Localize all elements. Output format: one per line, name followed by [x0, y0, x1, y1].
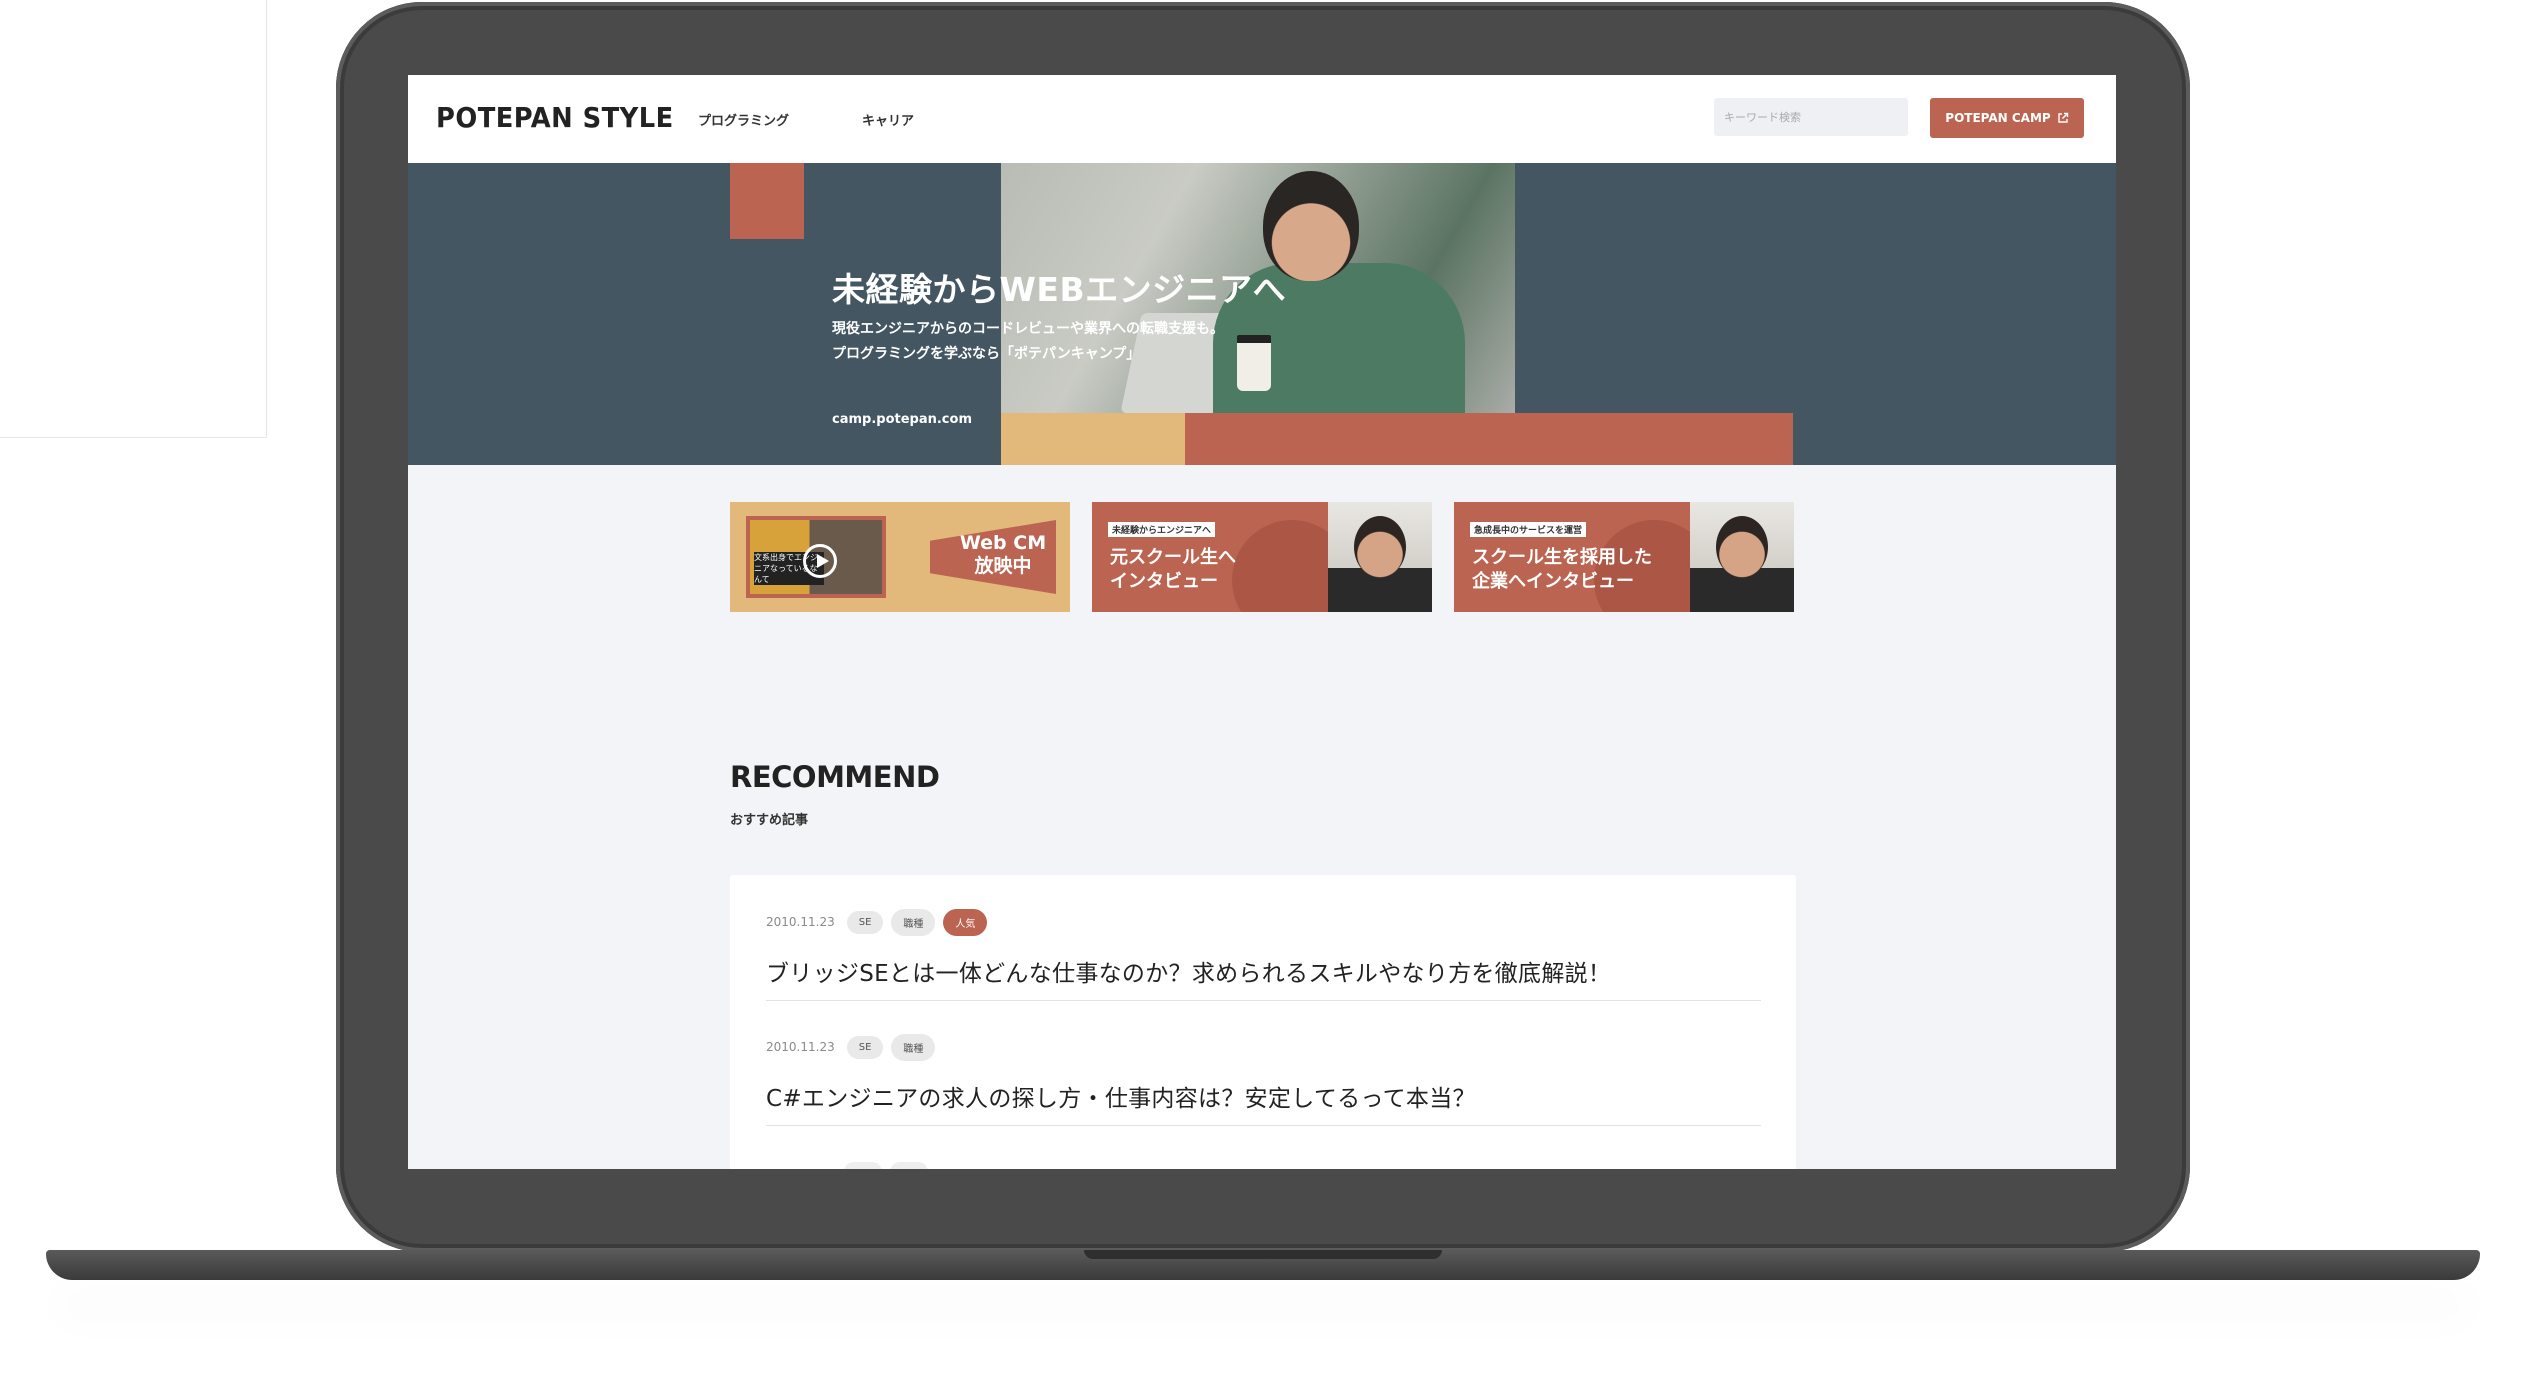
recommend-card: 2010.11.23 SE 職種 人気 ブリッジSEとは一体どんな仕事なのか？求…: [730, 875, 1796, 1169]
potepan-camp-label: POTEPAN CAMP: [1945, 111, 2051, 125]
banner-web-cm-line-1: Web CM: [959, 532, 1047, 554]
hero-accent-square: [730, 163, 804, 239]
article-tag-se[interactable]: SE: [846, 1035, 884, 1059]
hero-url: camp.potepan.com: [832, 412, 972, 427]
banner-company-interview[interactable]: 急成長中のサービスを運営 スクール生を採用した 企業へインタビュー: [1454, 502, 1794, 612]
banner-alumni-title-line-2: インタビュー: [1110, 571, 1218, 592]
banner-web-cm-line-2: 放映中: [974, 555, 1032, 577]
stage: POTEPAN STYLE プログラミング キャリア POTEPAN CAMP: [0, 0, 2528, 1387]
banner-company-tag: 急成長中のサービスを運営: [1470, 522, 1587, 537]
banner-web-cm-text: Web CM 放映中: [948, 532, 1058, 578]
banner-company-photo: [1690, 502, 1794, 612]
recommend-heading: RECOMMEND: [730, 760, 940, 794]
alumni-face: [1354, 516, 1406, 578]
laptop-base: [46, 1250, 2480, 1280]
laptop-screen: POTEPAN STYLE プログラミング キャリア POTEPAN CAMP: [408, 75, 2116, 1169]
article-meta: 2010.11.23 SE 職種: [766, 1033, 936, 1061]
article-tag-se[interactable]: SE: [846, 910, 884, 934]
hero-subtitle-line-1: 現役エンジニアからのコードレビューや業界への転職支援も。: [832, 321, 1224, 337]
banner-alumni-interview[interactable]: 未経験からエンジニアへ 元スクール生へ インタビュー: [1092, 502, 1432, 612]
recommend-subheading: おすすめ記事: [730, 813, 809, 828]
nav-career[interactable]: キャリア: [862, 110, 914, 129]
play-icon: [803, 544, 837, 578]
nav-programming[interactable]: プログラミング: [698, 110, 789, 129]
photo-coffee-cup: [1237, 335, 1271, 391]
article-tag-placeholder: [844, 1162, 882, 1169]
article-tag-job[interactable]: 職種: [891, 1033, 936, 1061]
banner-company-title-line-2: 企業へインタビュー: [1472, 571, 1634, 592]
article-title[interactable]: ブリッジSEとは一体どんな仕事なのか？求められるスキルやなり方を徹底解説！: [766, 954, 1611, 988]
banner-alumni-photo: [1328, 502, 1432, 612]
article-date: 2010.11.23: [766, 915, 835, 929]
article-title[interactable]: C#エンジニアの求人の探し方・仕事内容は？安定してるって本当？: [766, 1079, 1476, 1113]
article-meta: 2010.11.23 SE 職種 人気: [766, 908, 988, 936]
article-tag-job[interactable]: 職種: [891, 908, 936, 936]
article-item[interactable]: 2010.11.23 SE 職種 C#エンジニアの求人の探し方・仕事内容は？安定…: [766, 1033, 1761, 1126]
article-date: 2010.11.23: [766, 1040, 835, 1054]
search-input[interactable]: [1714, 98, 1908, 136]
laptop-base-notch: [1084, 1250, 1442, 1259]
hero-subtitle-line-2: プログラミングを学ぶなら「ポテパンキャンプ」: [832, 346, 1141, 362]
external-link-icon: [2057, 112, 2069, 124]
article-item[interactable]: 2010.11.23 SE 職種 人気 ブリッジSEとは一体どんな仕事なのか？求…: [766, 908, 1761, 1001]
hero-title: 未経験からWEBエンジニアへ: [832, 270, 1287, 309]
banner-alumni-title-line-1: 元スクール生へ: [1110, 547, 1236, 568]
hero-subtitle: 現役エンジニアからのコードレビューや業界への転職支援も。 プログラミングを学ぶな…: [832, 317, 1224, 367]
video-thumbnail: 文系出身でエンジニアなっているなんて: [746, 516, 886, 598]
hero-banner[interactable]: 未経験からWEBエンジニアへ 現役エンジニアからのコードレビューや業界への転職支…: [408, 163, 2116, 465]
banner-company-title: スクール生を採用した 企業へインタビュー: [1472, 546, 1652, 594]
company-face: [1716, 516, 1768, 578]
article-tag-placeholder: [890, 1162, 928, 1169]
site-header: POTEPAN STYLE プログラミング キャリア POTEPAN CAMP: [408, 75, 2116, 163]
banner-alumni-title: 元スクール生へ インタビュー: [1110, 546, 1236, 594]
site-logo[interactable]: POTEPAN STYLE: [436, 101, 674, 134]
hero-orange-block: [1185, 413, 1793, 465]
potepan-camp-button[interactable]: POTEPAN CAMP: [1930, 98, 2084, 138]
banner-alumni-tag: 未経験からエンジニアへ: [1108, 522, 1216, 537]
hero-yellow-block: [1001, 413, 1185, 465]
article-item-partial[interactable]: [766, 1158, 1761, 1169]
banner-web-cm[interactable]: 文系出身でエンジニアなっているなんて Web CM 放映中: [730, 502, 1070, 612]
article-meta: [766, 1158, 928, 1169]
background-card: [0, 0, 267, 438]
article-tag-popular[interactable]: 人気: [943, 908, 988, 936]
banner-company-title-line-1: スクール生を採用した: [1472, 547, 1652, 568]
